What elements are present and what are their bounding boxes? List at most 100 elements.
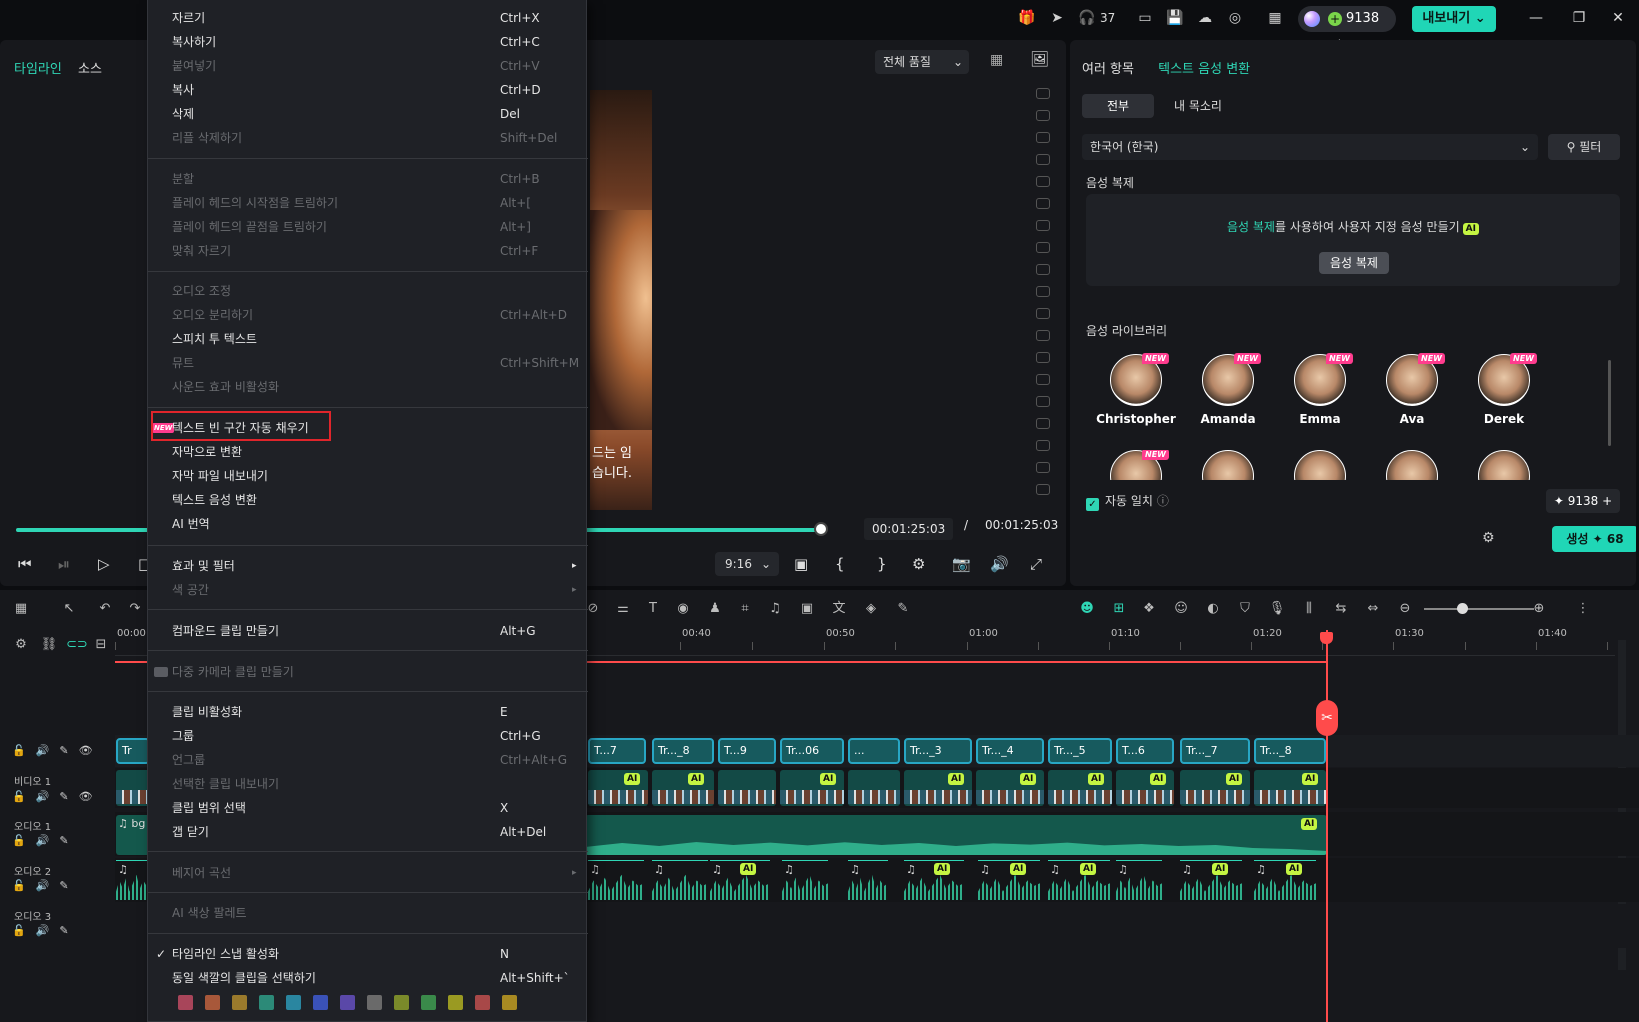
scissors-icon[interactable]: ✂ — [1316, 700, 1338, 736]
credits-chip[interactable]: ✦ 9138 + — [1546, 489, 1620, 513]
color-swatch[interactable] — [475, 995, 490, 1010]
menu-item-cut[interactable]: 자르기 Ctrl+X — [148, 7, 588, 29]
voice-card[interactable] — [1372, 450, 1452, 480]
video-clip[interactable]: AI — [904, 770, 972, 806]
playback-knob[interactable] — [814, 522, 828, 536]
playhead[interactable] — [1326, 630, 1328, 1022]
layout-icon[interactable]: ▭ — [1135, 8, 1155, 28]
audio1-track-controls[interactable]: 🔓🔊✎ — [12, 834, 79, 847]
menu-item-color-space[interactable]: 색 공간 ▸ — [148, 579, 588, 601]
export-button[interactable]: 내보내기 ⌄ — [1412, 6, 1496, 32]
mark-in-icon[interactable]: { — [835, 555, 845, 573]
menu-item-ungroup[interactable]: 언그룹 Ctrl+Alt+G — [148, 749, 588, 771]
minimize-icon[interactable]: — — [1526, 8, 1546, 28]
transition-icon[interactable]: ◐ — [1204, 600, 1222, 618]
tab-timeline[interactable]: 타임라인 — [14, 62, 62, 77]
volume-icon[interactable]: 🔊 — [990, 555, 1009, 573]
audio-clip[interactable]: ♫ bg — [116, 815, 150, 855]
mixer-icon[interactable]: ⫼ — [1300, 600, 1318, 618]
video-clip[interactable]: AI — [1048, 770, 1112, 806]
subtitle-clip[interactable]: ... — [848, 738, 900, 764]
menu-item-text-to-speech[interactable]: 텍스트 음성 변환 — [148, 489, 588, 511]
voice-card-christopher[interactable]: NEW Christopher — [1096, 353, 1176, 426]
track-settings-icon[interactable]: ⚙ — [12, 636, 30, 654]
menu-item-convert-to-subtitle[interactable]: 자막으로 변환 — [148, 441, 588, 463]
menu-item-close-gap[interactable]: 갭 닫기 Alt+Del — [148, 821, 588, 843]
subtitle-clip[interactable]: Tr...06 — [780, 738, 844, 764]
snapshot-icon[interactable]: 📷 — [952, 555, 971, 573]
color-swatch[interactable] — [367, 995, 382, 1010]
video-clip[interactable]: AI — [588, 770, 648, 806]
audio-clip[interactable]: ♫ — [116, 860, 150, 900]
subtitle-clip[interactable]: Tr..._7 — [1180, 738, 1250, 764]
checkbox-checked-icon[interactable]: ✓ — [1086, 498, 1099, 511]
video-clip[interactable] — [718, 770, 776, 806]
stabilize-icon[interactable]: ♟ — [706, 600, 724, 618]
audio-clip[interactable]: ♫ AI — [978, 860, 1040, 900]
audio3-track-controls[interactable]: 🔓🔊✎ — [12, 924, 79, 937]
menu-item-select-same-color[interactable]: 동일 색깔의 클립을 선택하기 Alt+Shift+` — [148, 967, 588, 989]
menu-item-ai-translate[interactable]: AI 번역 — [148, 513, 588, 535]
video-clip[interactable]: AI — [976, 770, 1044, 806]
audio-clip[interactable]: ♫ AI — [904, 860, 964, 900]
menu-item-speech-to-text[interactable]: 스피치 투 텍스트 — [148, 328, 588, 350]
close-icon[interactable]: ✕ — [1608, 8, 1628, 28]
menu-item-export-subtitle[interactable]: 자막 파일 내보내기 — [148, 465, 588, 487]
audio-clip[interactable]: ♫ — [1116, 860, 1162, 900]
adjust-icon[interactable]: ⚌ — [614, 600, 632, 618]
zoom-slider-knob[interactable] — [1457, 603, 1468, 614]
audio-clip[interactable]: AI — [585, 815, 1327, 855]
crop-icon[interactable]: ⌗ — [736, 600, 754, 618]
color-swatch[interactable] — [421, 995, 436, 1010]
send-icon[interactable]: ➤ — [1047, 8, 1067, 28]
zoom-in-icon[interactable]: ⊕ — [1530, 600, 1548, 618]
more-icon[interactable]: ⋮ — [1574, 600, 1592, 618]
voice-card[interactable]: NEW — [1096, 450, 1176, 480]
subtitle-clip[interactable]: Tr..._5 — [1048, 738, 1112, 764]
voice-card-amanda[interactable]: NEW Amanda — [1188, 353, 1268, 426]
menu-item-export-selected[interactable]: 선택한 클립 내보내기 — [148, 773, 588, 795]
video-clip[interactable]: AI — [1180, 770, 1250, 806]
menu-item-paste[interactable]: 붙여넣기 Ctrl+V — [148, 55, 588, 77]
subtitle-clip[interactable]: Tr..._3 — [904, 738, 972, 764]
menu-item-crop-to-fit[interactable]: 맞춰 자르기 Ctrl+F — [148, 240, 588, 262]
keyframe-icon[interactable]: ◈ — [862, 600, 880, 618]
add-track-icon[interactable]: ⊟ — [92, 636, 110, 654]
segment-all[interactable]: 전부 — [1082, 94, 1154, 118]
video-clip[interactable] — [116, 770, 150, 806]
audio2-track-controls[interactable]: 🔓🔊✎ — [12, 879, 79, 892]
voice-card-derek[interactable]: NEW Derek — [1464, 353, 1544, 426]
image-icon[interactable]: 🖼 — [1030, 50, 1049, 68]
menu-item-select-range[interactable]: 클립 범위 선택 X — [148, 797, 588, 819]
menu-item-ripple-delete[interactable]: 리플 삭제하기 Shift+Del — [148, 127, 588, 149]
undo-icon[interactable]: ↶ — [96, 600, 114, 618]
menu-item-compound-clip[interactable]: 컴파운드 클립 만들기 Alt+G — [148, 620, 588, 642]
subtitle-clip[interactable]: Tr — [116, 738, 150, 764]
effects-icon[interactable]: ❖ — [1140, 600, 1158, 618]
caption-icon[interactable]: ▣ — [798, 600, 816, 618]
subtitle-clip[interactable]: T...9 — [718, 738, 776, 764]
voice-card[interactable] — [1188, 450, 1268, 480]
audio-clip[interactable]: ♫ — [652, 860, 708, 900]
ai-mate-icon[interactable]: ☻ — [1078, 600, 1096, 618]
subtitle-clip[interactable]: T...6 — [1116, 738, 1174, 764]
menu-item-effects-filters[interactable]: 효과 및 필터 ▸ — [148, 555, 588, 577]
video-clip[interactable]: AI — [1254, 770, 1326, 806]
save-icon[interactable]: 💾 — [1165, 8, 1185, 28]
apps-icon[interactable]: ▦ — [1265, 8, 1285, 28]
tab-text-to-speech[interactable]: 텍스트 음성 변환 — [1158, 62, 1250, 77]
color-swatch[interactable] — [394, 995, 409, 1010]
playhead-handle[interactable] — [1320, 632, 1333, 644]
menu-item-bezier-curve[interactable]: 베지어 곡선 ▸ — [148, 862, 588, 884]
menu-item-split[interactable]: 분할 Ctrl+B — [148, 168, 588, 190]
menu-item-disable-sfx[interactable]: 사운드 효과 비활성화 — [148, 376, 588, 398]
audio-clip[interactable]: ♫ AI — [710, 860, 770, 900]
cloud-icon[interactable]: ☁ — [1195, 8, 1215, 28]
prev-frame-icon[interactable]: ⏮ — [18, 555, 32, 573]
ai-voice-settings-icon[interactable]: ⚙ — [1482, 530, 1495, 546]
color-swatch[interactable] — [178, 995, 193, 1010]
color-swatch[interactable] — [259, 995, 274, 1010]
color-swatch[interactable] — [313, 995, 328, 1010]
mark-out-icon[interactable]: } — [877, 555, 887, 573]
generate-button[interactable]: 생성 ✦ 68 — [1552, 526, 1636, 552]
